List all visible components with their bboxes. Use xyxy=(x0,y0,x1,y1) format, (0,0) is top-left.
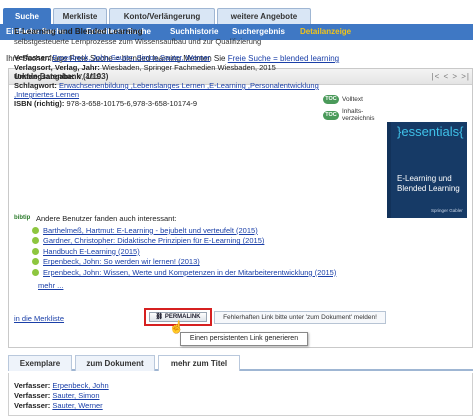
mehr-link[interactable]: mehr ... xyxy=(38,281,63,290)
cover-brand: }essentials{ xyxy=(397,124,464,139)
permalink-tooltip: Einen persistenten Link generieren xyxy=(180,332,308,346)
list-item: Erpenbeck, John: Wissen, Werte und Kompe… xyxy=(32,267,336,278)
bibtip-link[interactable]: Gardner, Christopher: Didaktische Prinzi… xyxy=(43,236,264,245)
bullet-icon xyxy=(32,268,39,276)
volltext-label: Volltext xyxy=(342,96,363,103)
list-item: Barthelmeß, Hartmut: E-Learning - bejube… xyxy=(32,225,336,236)
tab-mehr-zum-titel[interactable]: mehr zum Titel xyxy=(158,355,240,371)
fehler-link-button[interactable]: Fehlerhaften Link bitte unter 'zum Dokum… xyxy=(214,311,386,324)
bullet-icon xyxy=(32,226,39,234)
verfasser-link[interactable]: Sauter, Werner xyxy=(52,401,102,410)
bibtip-header: bibtip Andere Benutzer fanden auch inter… xyxy=(14,214,177,223)
field-label: Verfasser: xyxy=(14,53,51,62)
bottom-field-verfasser: Verfasser: Sauter, Werner xyxy=(14,401,103,410)
bibtip-link[interactable]: Erpenbeck, John: Wissen, Werte und Kompe… xyxy=(43,268,336,277)
volltext-button[interactable]: TOC Volltext xyxy=(323,95,363,104)
field-label: Verfasser: xyxy=(14,381,51,390)
detail-tab-bar: Exemplare zum Dokument mehr zum Titel xyxy=(8,355,473,371)
field-label: Verfasser: xyxy=(14,401,51,410)
record-subtitle: selbstgesteuerte Lernprozesse zum Wissen… xyxy=(14,37,262,46)
cover-publisher: Springer Gabler xyxy=(431,208,463,213)
link-icon: ⛓ xyxy=(155,314,165,320)
bullet-icon xyxy=(32,247,39,255)
field-label: ISBN (richtig): xyxy=(14,99,65,108)
search-suggestion-link[interactable]: Freie Suche = blended learning xyxy=(228,54,339,63)
inhaltsverzeichnis-icon: TOC xyxy=(323,110,339,120)
merkliste-link[interactable]: in die Merkliste xyxy=(14,314,64,323)
bibtip-logo: bibtip xyxy=(14,214,31,221)
field-schlagwort-cont: ,Integriertes Lernen xyxy=(14,90,79,99)
field-umfang: Umfangsangabe: V, 40 S. xyxy=(14,72,103,81)
tab-exemplare[interactable]: Exemplare xyxy=(8,355,72,371)
volltext-icon: TOC xyxy=(323,95,339,104)
bottom-field-verfasser: Verfasser: Sauter, Simon xyxy=(14,391,99,400)
tab-suche[interactable]: Suche xyxy=(3,8,51,24)
list-item: Gardner, Christopher: Didaktische Prinzi… xyxy=(32,236,336,247)
list-item: Erpenbeck, John: So werden wir lernen! (… xyxy=(32,257,336,268)
bottom-field-verfasser: Verfasser: Erpenbeck, John xyxy=(14,381,109,390)
bibtip-link[interactable]: Handbuch E-Learning (2015) xyxy=(43,247,140,256)
field-label: Verfasser: xyxy=(14,391,51,400)
field-label: Verlagsort, Verlag, Jahr: xyxy=(14,63,100,72)
bibtip-text: Andere Benutzer fanden auch interessant: xyxy=(36,214,177,223)
bibtip-link[interactable]: Barthelmeß, Hartmut: E-Learning - bejube… xyxy=(43,226,258,235)
field-value: Wiesbaden, Springer Fachmedien Wiesbaden… xyxy=(101,63,276,72)
cover-title: E-Learning und Blended Learning xyxy=(397,174,460,193)
inhaltsverzeichnis-label: Inhalts-verzeichnis xyxy=(342,108,375,122)
field-label: Schlagwort: xyxy=(14,81,57,90)
tab-konto[interactable]: Konto/Verlängerung xyxy=(109,8,215,24)
field-value: V, 40 S. xyxy=(76,72,103,81)
field-value: 978-3-658-10175-6,978-3-658-10174-9 xyxy=(66,99,198,108)
book-cover-image[interactable]: }essentials{ E-Learning und Blended Lear… xyxy=(387,122,467,218)
record-title: E-Learning und Blended Learning xyxy=(14,27,143,36)
subnav-detailanzeige[interactable]: Detailanzeige xyxy=(300,24,351,40)
tab-weitere-angebote[interactable]: weitere Angebote xyxy=(217,8,311,24)
inhaltsverzeichnis-button[interactable]: TOC Inhalts-verzeichnis xyxy=(323,108,378,122)
verfasser-link[interactable]: Erpenbeck, John,Sauter, Simon,Sauter, We… xyxy=(52,53,210,62)
top-tab-bar: Suche Merkliste Konto/Verlängerung weite… xyxy=(0,0,473,24)
tab-zum-dokument[interactable]: zum Dokument xyxy=(75,355,155,371)
list-item: Handbuch E-Learning (2015) xyxy=(32,246,336,257)
verfasser-link[interactable]: Erpenbeck, John xyxy=(52,381,108,390)
schlagwort-link-integriertes-lernen[interactable]: ,Integriertes Lernen xyxy=(14,90,79,99)
tab-merkliste[interactable]: Merkliste xyxy=(53,8,107,24)
bullet-icon xyxy=(32,258,39,266)
verfasser-link[interactable]: Sauter, Simon xyxy=(52,391,99,400)
field-label: Umfangsangabe: xyxy=(14,72,75,81)
field-isbn: ISBN (richtig): 978-3-658-10175-6,978-3-… xyxy=(14,99,197,108)
field-verlagsort: Verlagsort, Verlag, Jahr: Wiesbaden, Spr… xyxy=(14,63,276,72)
field-verfasser: Verfasser: Erpenbeck, John,Sauter, Simon… xyxy=(14,53,210,62)
bibtip-link[interactable]: Erpenbeck, John: So werden wir lernen! (… xyxy=(43,257,200,266)
field-schlagwort: Schlagwort: Erwachsenenbildung ,Lebensla… xyxy=(14,81,319,90)
result-pager[interactable]: |< < > >| xyxy=(431,72,470,81)
schlagwort-links[interactable]: Erwachsenenbildung ,Lebenslanges Lernen … xyxy=(59,81,319,90)
bibtip-list: Barthelmeß, Hartmut: E-Learning - bejube… xyxy=(32,225,336,278)
bullet-icon xyxy=(32,237,39,245)
